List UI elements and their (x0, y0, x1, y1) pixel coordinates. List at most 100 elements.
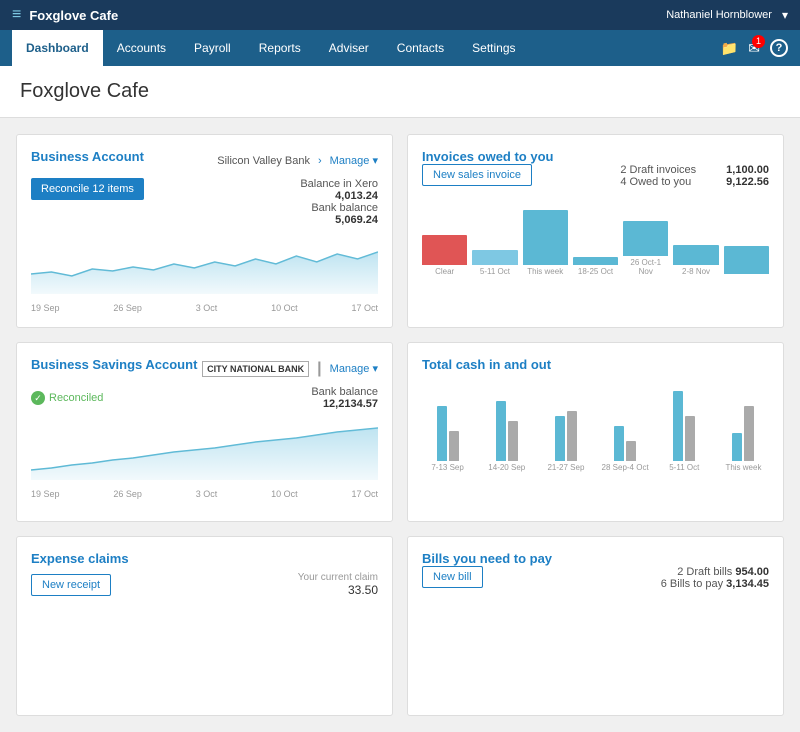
business-chart-labels: 19 Sep 26 Sep 3 Oct 10 Oct 17 Oct (31, 303, 378, 313)
expense-claims-title: Expense claims (31, 551, 129, 566)
reconcile-button[interactable]: Reconcile 12 items (31, 178, 144, 200)
mail-icon-wrapper: ✉ 1 (748, 40, 760, 57)
business-account-header: Business Account Silicon Valley Bank › M… (31, 149, 378, 172)
draft-invoices-value: 1,100.00 (726, 164, 769, 176)
chart-label-4: 10 Oct (271, 303, 298, 313)
expense-claims-info: Your current claim 33.50 (298, 572, 378, 597)
chart-label-5: 17 Oct (351, 303, 378, 313)
savings-label-2: 26 Sep (113, 489, 142, 499)
invoice-stats: 2 Draft invoices 1,100.00 4 Owed to you … (620, 164, 769, 188)
savings-status-row: ✓ Reconciled Bank balance 12,2134.57 (31, 386, 378, 410)
total-cash-card: Total cash in and out 7-13 Sep 14-20 Sep (407, 342, 784, 522)
logo-icon: ≡ (12, 6, 21, 24)
user-name: Nathaniel Hornblower (666, 9, 772, 21)
balance-xero-value: 4,013.24 (300, 190, 378, 202)
bank-balance-label: Bank balance (300, 202, 378, 214)
draft-invoices-row: 2 Draft invoices 1,100.00 (620, 164, 769, 176)
bills-stats: 2 Draft bills 954.00 6 Bills to pay 3,13… (661, 566, 769, 590)
nav-adviser[interactable]: Adviser (315, 30, 383, 66)
reconciled-label: Reconciled (49, 392, 103, 404)
owed-row: 4 Owed to you 9,122.56 (620, 176, 769, 188)
chart-label-3: 3 Oct (196, 303, 218, 313)
business-bank-name: Silicon Valley Bank (217, 155, 310, 167)
savings-account-card: Business Savings Account CITY NATIONAL B… (16, 342, 393, 522)
business-manage-link[interactable]: Manage ▾ (330, 154, 378, 167)
current-claim-label: Your current claim (298, 572, 378, 583)
nav-right: 📁 ✉ 1 ? (721, 39, 788, 57)
savings-account-header: Business Savings Account CITY NATIONAL B… (31, 357, 378, 380)
savings-chart-labels: 19 Sep 26 Sep 3 Oct 10 Oct 17 Oct (31, 489, 378, 499)
business-balance-row: Reconcile 12 items Balance in Xero 4,013… (31, 178, 378, 226)
draft-bills-label: 2 Draft bills (677, 566, 732, 578)
city-bank-logo: CITY NATIONAL BANK (202, 361, 309, 377)
savings-bank-balance-label: Bank balance (311, 386, 378, 398)
owed-label: 4 Owed to you (620, 176, 691, 188)
main-content: Business Account Silicon Valley Bank › M… (0, 118, 800, 732)
bar-label-5: 2-8 Nov (682, 267, 710, 276)
invoices-card: Invoices owed to you New sales invoice 2… (407, 134, 784, 328)
business-line-chart (31, 234, 378, 294)
help-icon[interactable]: ? (770, 39, 788, 57)
nav-contacts[interactable]: Contacts (383, 30, 458, 66)
cash-label-6: This week (725, 463, 761, 472)
expense-claims-row: New receipt Your current claim 33.50 (31, 572, 378, 597)
draft-bills-value: 954.00 (735, 566, 769, 578)
app-brand: ≡ Foxglove Cafe (12, 6, 118, 24)
bar-label-3: 18-25 Oct (578, 267, 613, 276)
savings-line-chart (31, 420, 378, 480)
new-receipt-button[interactable]: New receipt (31, 574, 111, 596)
nav-settings[interactable]: Settings (458, 30, 529, 66)
cash-group-4: 28 Sep-4 Oct (600, 426, 651, 472)
bank-name-arrow: › (318, 155, 322, 167)
total-cash-title: Total cash in and out (422, 357, 551, 372)
expense-claims-card: Expense claims New receipt Your current … (16, 536, 393, 716)
nav-dashboard[interactable]: Dashboard (12, 30, 103, 66)
top-bar: ≡ Foxglove Cafe Nathaniel Hornblower ▾ (0, 0, 800, 30)
bills-title: Bills you need to pay (422, 551, 552, 566)
mail-badge: 1 (752, 35, 765, 48)
business-account-card: Business Account Silicon Valley Bank › M… (16, 134, 393, 328)
nav-bar: Dashboard Accounts Payroll Reports Advis… (0, 30, 800, 66)
app-name: Foxglove Cafe (29, 8, 118, 23)
cash-group-2: 14-20 Sep (481, 401, 532, 472)
cash-group-6: This week (718, 406, 769, 472)
current-claim-value: 33.50 (298, 583, 378, 597)
new-bill-button[interactable]: New bill (422, 566, 483, 588)
chart-label-1: 19 Sep (31, 303, 60, 313)
savings-account-title: Business Savings Account (31, 357, 197, 372)
invoices-bar-chart: Clear 5-11 Oct This week 18-25 Oct 26 Oc… (422, 196, 769, 276)
savings-balance-info: Bank balance 12,2134.57 (311, 386, 378, 410)
user-dropdown-icon[interactable]: ▾ (782, 8, 788, 22)
page-title: Foxglove Cafe (20, 80, 780, 103)
cash-bar-chart: 7-13 Sep 14-20 Sep 21-27 Sep (422, 382, 769, 472)
bills-to-pay-label: 6 Bills to pay (661, 578, 723, 590)
reconciled-badge: ✓ Reconciled (31, 391, 103, 405)
bar-label-4: 26 Oct-1 Nov (623, 258, 668, 276)
top-bar-right: Nathaniel Hornblower ▾ (666, 8, 788, 22)
bills-card: Bills you need to pay New bill 2 Draft b… (407, 536, 784, 716)
savings-label-3: 3 Oct (196, 489, 218, 499)
savings-label-4: 10 Oct (271, 489, 298, 499)
business-balance-info: Balance in Xero 4,013.24 Bank balance 5,… (300, 178, 378, 226)
bar-label-0: Clear (435, 267, 454, 276)
nav-payroll[interactable]: Payroll (180, 30, 245, 66)
cash-label-5: 5-11 Oct (669, 463, 699, 472)
nav-reports[interactable]: Reports (245, 30, 315, 66)
savings-manage-link[interactable]: Manage ▾ (330, 362, 378, 375)
files-icon[interactable]: 📁 (721, 40, 738, 57)
cash-group-5: 5-11 Oct (659, 391, 710, 472)
bar-label-2: This week (527, 267, 563, 276)
cash-label-1: 7-13 Sep (431, 463, 463, 472)
savings-bank-balance-value: 12,2134.57 (311, 398, 378, 410)
new-invoice-button[interactable]: New sales invoice (422, 164, 532, 186)
bank-divider: | (317, 360, 321, 378)
page-header: Foxglove Cafe (0, 66, 800, 118)
invoices-header-row: New sales invoice 2 Draft invoices 1,100… (422, 164, 769, 188)
cash-label-3: 21-27 Sep (547, 463, 584, 472)
chart-label-2: 26 Sep (113, 303, 142, 313)
cash-label-4: 28 Sep-4 Oct (602, 463, 649, 472)
nav-accounts[interactable]: Accounts (103, 30, 180, 66)
cash-group-3: 21-27 Sep (540, 411, 591, 472)
bills-to-pay-value: 3,134.45 (726, 578, 769, 590)
invoices-title: Invoices owed to you (422, 149, 553, 164)
